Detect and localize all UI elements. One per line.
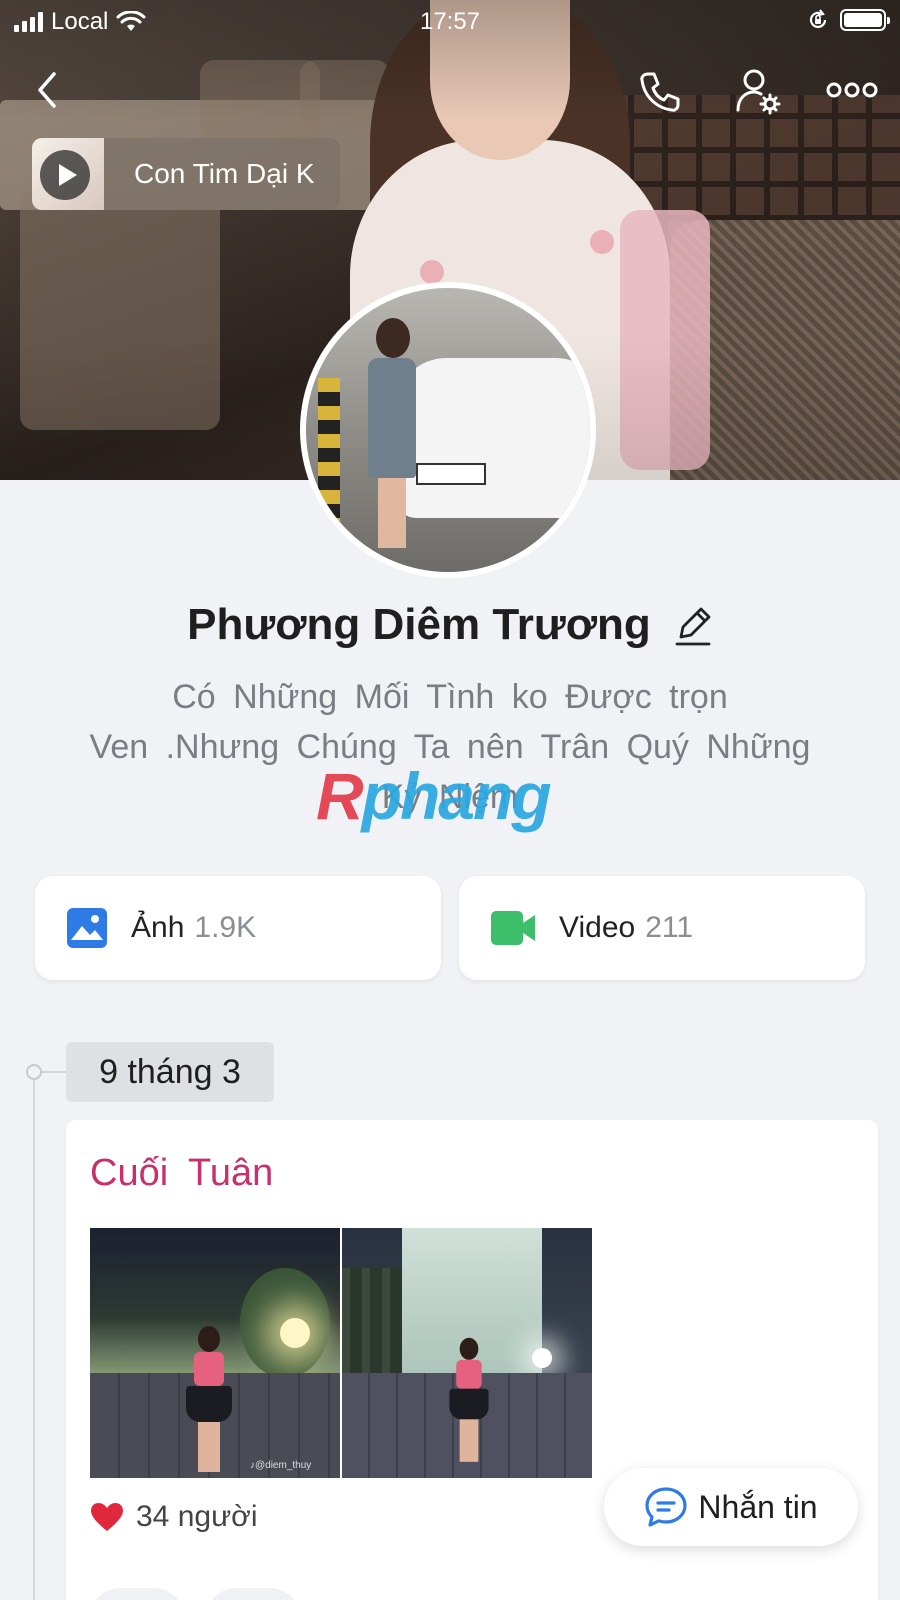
watermark-initial: R <box>316 759 364 833</box>
phone-icon[interactable] <box>636 68 684 116</box>
chat-bubble-icon <box>645 1487 688 1527</box>
timeline-connector <box>42 1071 66 1073</box>
timeline-dot <box>26 1064 42 1080</box>
video-icon <box>491 911 535 945</box>
status-bar: Local 17:57 <box>0 0 900 46</box>
avatar[interactable] <box>300 282 596 578</box>
like-button[interactable] <box>90 1588 184 1600</box>
more-icon[interactable] <box>826 80 878 100</box>
post-title: Cuối Tuân <box>90 1152 274 1194</box>
likes-count: 34 người <box>136 1500 258 1533</box>
user-settings-icon[interactable] <box>734 66 782 116</box>
bio-line: Có Những Mối Tình ko Được trọn <box>172 678 728 716</box>
timeline-line <box>33 1072 35 1600</box>
clock: 17:57 <box>419 8 481 35</box>
watermark-text: phang <box>361 759 552 833</box>
videos-count: 211 <box>645 911 694 944</box>
videos-label: Video <box>559 911 636 944</box>
profile-name: Phương Diêm Trương <box>187 600 651 649</box>
photos-count: 1.9K <box>194 911 257 944</box>
videos-card[interactable]: Video 211 <box>459 876 865 980</box>
post-likes[interactable]: 34 người <box>90 1500 258 1534</box>
music-title: Con Tim Dại K <box>134 158 315 189</box>
heart-icon <box>91 1503 123 1531</box>
music-thumbnail <box>32 138 104 210</box>
timeline-date: 9 tháng 3 <box>66 1042 274 1102</box>
photo-caption: ♪@diem_thuy <box>250 1460 312 1471</box>
post-photo[interactable]: ♪@diem_thuy <box>90 1228 340 1478</box>
play-icon[interactable] <box>40 150 90 200</box>
message-button-label: Nhắn tin <box>698 1488 818 1525</box>
image-icon <box>67 908 107 948</box>
watermark-logo: Rphang <box>316 758 552 834</box>
message-button[interactable]: Nhắn tin <box>604 1468 858 1546</box>
comment-button[interactable] <box>206 1588 300 1600</box>
avatar-car <box>396 358 590 518</box>
avatar-pillar <box>318 378 340 548</box>
photos-card[interactable]: Ảnh 1.9K <box>35 876 441 980</box>
post-photo[interactable] <box>342 1228 592 1478</box>
profile-name-row: Phương Diêm Trương <box>0 600 900 650</box>
back-icon[interactable] <box>32 70 62 110</box>
photos-label: Ảnh <box>131 911 185 944</box>
avatar-plate <box>416 463 486 485</box>
orientation-lock-icon <box>809 9 827 29</box>
profile-music-player[interactable]: Con Tim Dại K <box>32 138 340 210</box>
edit-icon[interactable] <box>673 603 713 647</box>
battery-icon <box>840 9 890 31</box>
avatar-person <box>368 318 416 548</box>
